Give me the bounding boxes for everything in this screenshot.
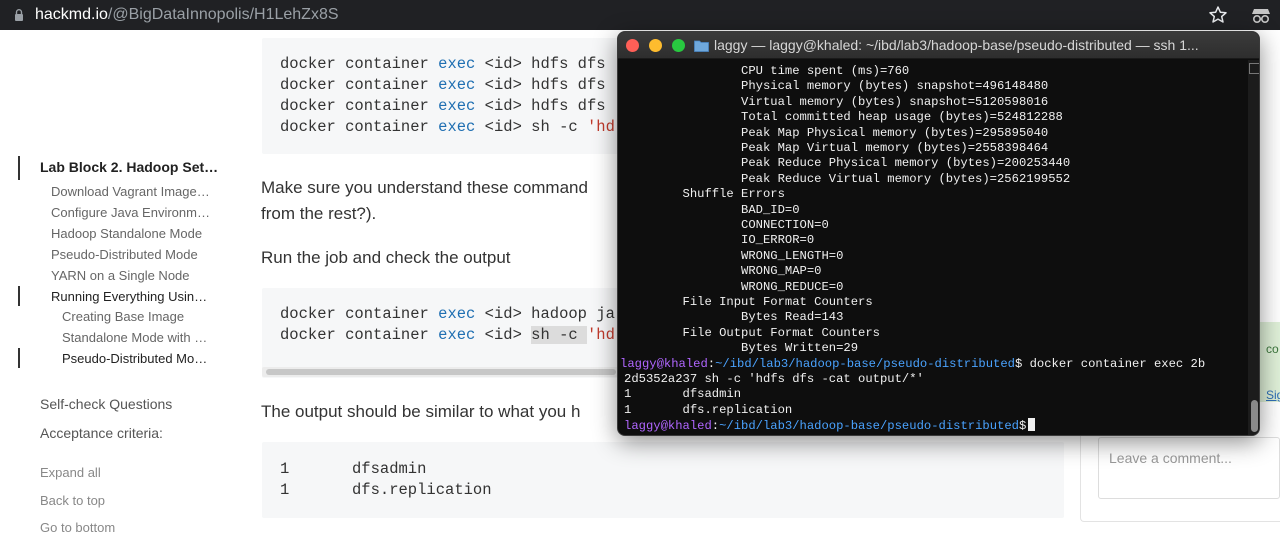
code-line: docker container exec <id> sh -c 'hd [280, 118, 615, 136]
scrollbar-thumb[interactable] [266, 369, 616, 375]
terminal-line: Peak Map Virtual memory (bytes)=25583984… [624, 141, 1049, 155]
paragraph-understand-commands: Make sure you understand these command [261, 178, 588, 197]
terminal-line: Shuffle Errors [624, 187, 785, 202]
folder-icon [694, 40, 709, 52]
terminal-line: 1 dfs.replication [624, 402, 793, 417]
url-host: hackmd.io [35, 6, 108, 23]
toc-item-standalone-with[interactable]: Standalone Mode with … [62, 330, 207, 346]
terminal-line: File Output Format Counters [624, 325, 880, 340]
code-block-hdfs-commands: docker container exec <id> hdfs dfs dock… [262, 38, 622, 154]
paragraph-run-job: Run the job and check the output [261, 248, 511, 267]
terminal-line: CPU time spent (ms)=760 [624, 64, 910, 78]
terminal-scrollbar-thumb[interactable] [1251, 400, 1258, 432]
incognito-icon[interactable] [1250, 5, 1272, 25]
terminal-command-wrap: 2d5352a237 sh -c 'hdfs dfs -cat output/*… [624, 372, 924, 386]
terminal-line: BAD_ID=0 [624, 202, 800, 217]
browser-address-bar[interactable]: hackmd.io/@BigDataInnopolis/H1LehZx8S [0, 0, 1280, 30]
terminal-line: Bytes Read=143 [624, 310, 844, 325]
terminal-line: Total committed heap usage (bytes)=52481… [624, 110, 1063, 125]
code-line: docker container exec <id> hdfs dfs [280, 97, 606, 115]
terminal-prompt-line: laggy@khaled:~/ibd/lab3/hadoop-base/pseu… [620, 356, 1206, 371]
notice-text: co [1266, 342, 1279, 356]
toc-active-bar [18, 348, 20, 368]
toc-item-running-everything[interactable]: Running Everything Usin… [51, 289, 207, 305]
terminal-line: WRONG_LENGTH=0 [624, 248, 844, 263]
toc-item-configure-java[interactable]: Configure Java Environm… [51, 205, 210, 221]
terminal-line: CONNECTION=0 [624, 218, 829, 232]
terminal-line: Peak Reduce Physical memory (bytes)=2002… [624, 156, 1071, 171]
screen: hackmd.io/@BigDataInnopolis/H1LehZx8S La… [0, 0, 1280, 533]
terminal-line: 1 dfsadmin [624, 387, 742, 402]
terminal-line: WRONG_REDUCE=0 [624, 279, 844, 294]
paragraph-expected-output: The output should be similar to what you… [261, 402, 581, 421]
toc-active-bar [18, 156, 20, 180]
comment-input[interactable]: Leave a comment... [1098, 437, 1280, 499]
toc-item-pseudo-distributed[interactable]: Pseudo-Distributed Mode [51, 247, 198, 263]
terminal-window[interactable]: laggy — laggy@khaled: ~/ibd/lab3/hadoop-… [617, 31, 1260, 436]
terminal-prompt-line: laggy@khaled:~/ibd/lab3/hadoop-base/pseu… [624, 418, 1036, 434]
terminal-line: WRONG_MAP=0 [624, 264, 822, 279]
toc-item-lab-block-2[interactable]: Lab Block 2. Hadoop Set… [40, 159, 218, 175]
paragraph-understand-commands-cont: from the rest?). [261, 204, 377, 223]
terminal-titlebar[interactable]: laggy — laggy@khaled: ~/ibd/lab3/hadoop-… [618, 32, 1259, 59]
code-line: docker container exec <id> hadoop ja [280, 305, 615, 323]
terminal-cursor [1028, 418, 1036, 432]
toc-item-acceptance[interactable]: Acceptance criteria: [40, 425, 163, 441]
minimize-window-button[interactable] [649, 39, 662, 52]
lock-icon [15, 9, 23, 21]
code-line: 1 dfs.replication [280, 481, 492, 499]
code-block-expected-output: 1 dfsadmin 1 dfs.replication [262, 442, 1064, 518]
bookmark-star-icon[interactable] [1207, 4, 1229, 26]
toc-item-yarn[interactable]: YARN on a Single Node [51, 268, 190, 284]
back-to-top-link[interactable]: Back to top [40, 493, 105, 508]
toc-item-pseudo-distributed-mo[interactable]: Pseudo-Distributed Mo… [62, 351, 207, 367]
terminal-line: Physical memory (bytes) snapshot=4961484… [624, 79, 1049, 94]
toc-item-self-check[interactable]: Self-check Questions [40, 396, 172, 412]
terminal-menu-icon[interactable] [1249, 63, 1259, 74]
comment-placeholder: Leave a comment... [1109, 450, 1232, 466]
terminal-title: laggy — laggy@khaled: ~/ibd/lab3/hadoop-… [714, 37, 1199, 53]
code-line: docker container exec <id> hdfs dfs [280, 76, 606, 94]
toc-active-bar [18, 286, 20, 306]
go-to-bottom-link[interactable]: Go to bottom [40, 520, 115, 533]
zoom-window-button[interactable] [672, 39, 685, 52]
url-text[interactable]: hackmd.io/@BigDataInnopolis/H1LehZx8S [35, 5, 339, 25]
close-window-button[interactable] [626, 39, 639, 52]
table-of-contents: Lab Block 2. Hadoop Set… Download Vagran… [0, 30, 240, 533]
expand-all-link[interactable]: Expand all [40, 465, 101, 480]
terminal-line: Peak Map Physical memory (bytes)=2958950… [624, 125, 1049, 140]
code-line: docker container exec <id> hdfs dfs [280, 55, 606, 73]
url-path: /@BigDataInnopolis/H1LehZx8S [107, 6, 339, 23]
sign-in-link[interactable]: Sigr [1266, 388, 1280, 402]
terminal-output[interactable]: CPU time spent (ms)=760 Physical memory … [618, 60, 1246, 435]
terminal-line: IO_ERROR=0 [624, 233, 815, 248]
code-horizontal-scrollbar[interactable] [262, 367, 622, 377]
terminal-line: Virtual memory (bytes) snapshot=51205980… [624, 94, 1049, 109]
code-block-run-job: docker container exec <id> hadoop ja doc… [262, 288, 622, 378]
terminal-line: File Input Format Counters [624, 295, 873, 309]
terminal-scrollbar[interactable] [1248, 60, 1259, 435]
toc-item-standalone-mode[interactable]: Hadoop Standalone Mode [51, 226, 202, 242]
terminal-line: Peak Reduce Virtual memory (bytes)=25621… [624, 171, 1071, 186]
code-line: 1 dfsadmin [280, 460, 427, 478]
toc-item-download-vagrant[interactable]: Download Vagrant Image… [51, 184, 210, 200]
toc-item-creating-base-image[interactable]: Creating Base Image [62, 309, 184, 325]
code-line: docker container exec <id> sh -c 'hd [280, 326, 615, 344]
terminal-line: Bytes Written=29 [624, 341, 859, 356]
